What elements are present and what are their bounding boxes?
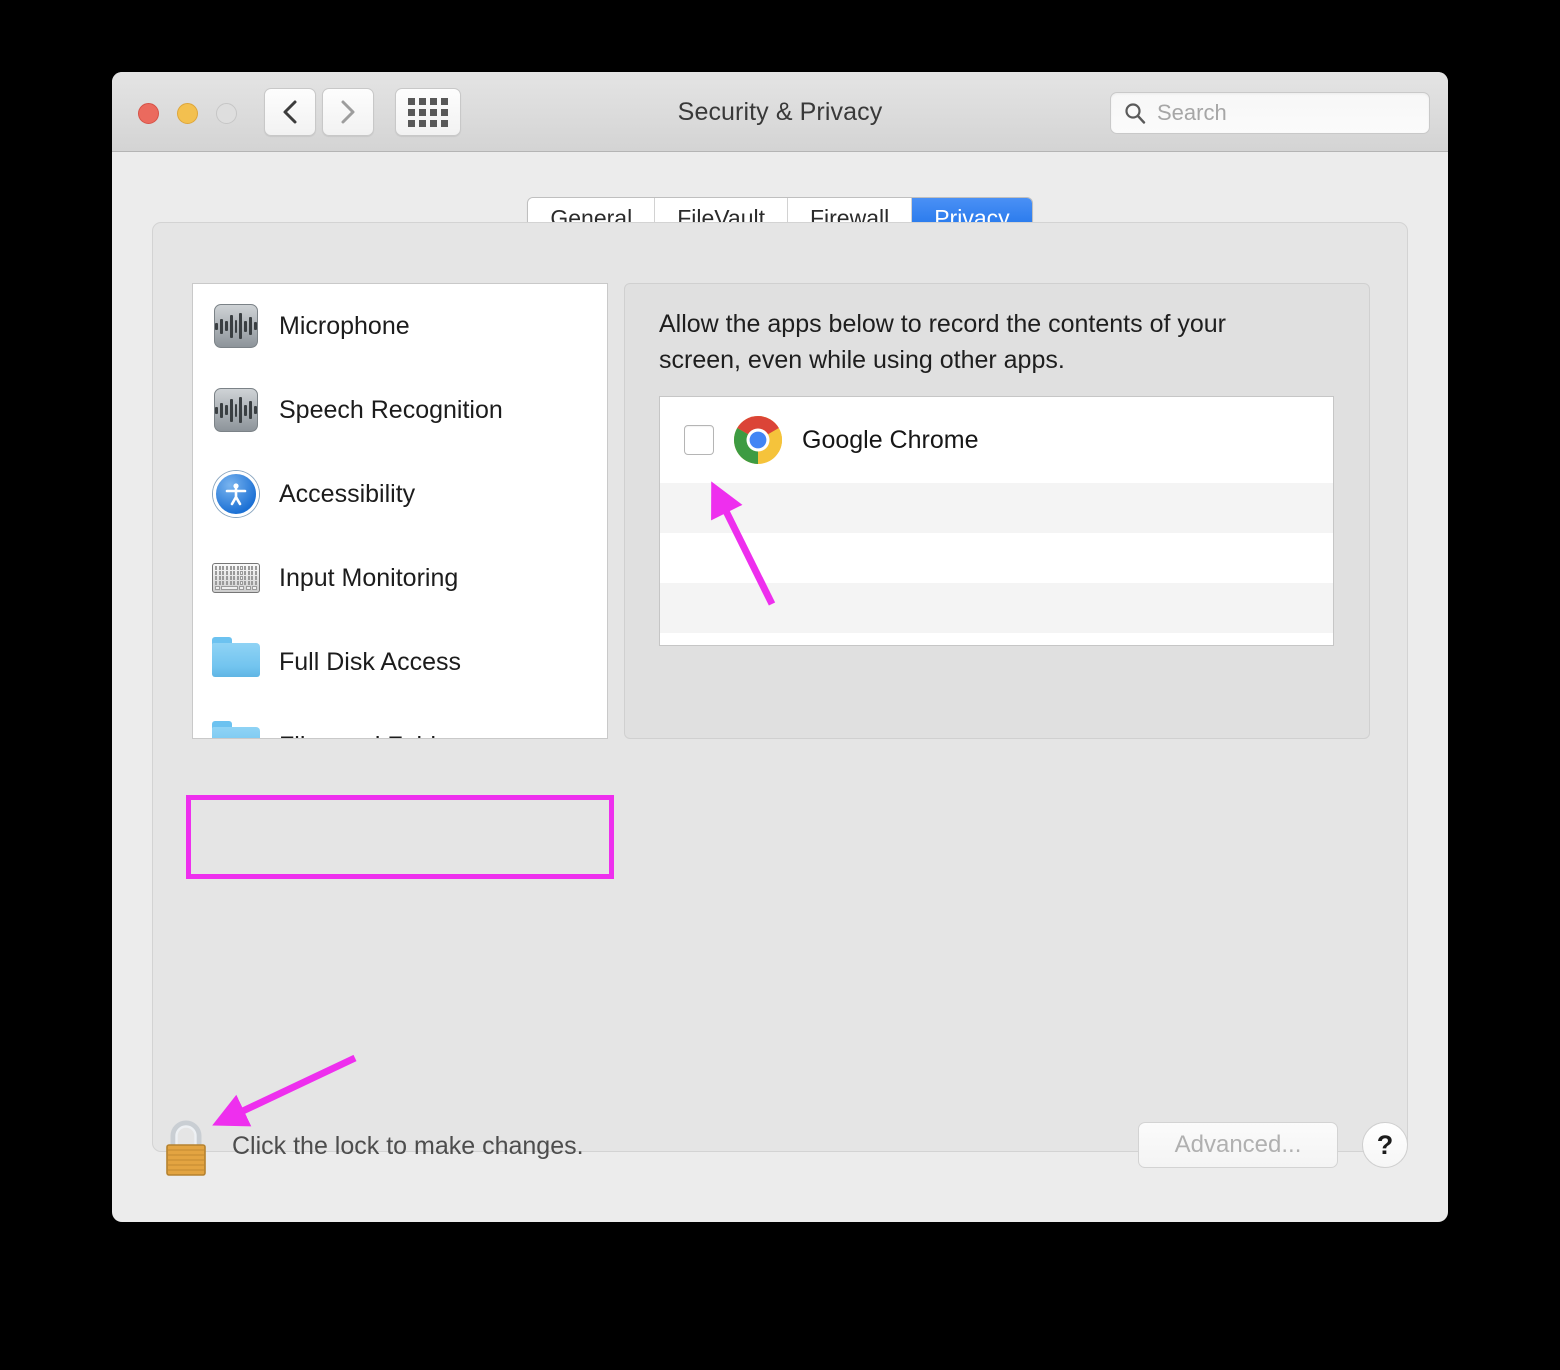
sidebar-item-full-disk-access[interactable]: Full Disk Access <box>193 620 607 704</box>
help-button[interactable]: ? <box>1362 1122 1408 1168</box>
sidebar-item-label: Full Disk Access <box>279 647 461 676</box>
sidebar-item-label: Accessibility <box>279 479 416 508</box>
sidebar-item-speech-recognition[interactable]: Speech Recognition <box>193 368 607 452</box>
folder-icon <box>211 721 261 738</box>
search-field[interactable]: Search <box>1110 92 1430 134</box>
table-row-empty <box>660 483 1333 533</box>
sidebar-item-label: Input Monitoring <box>279 563 459 592</box>
panel-description: Allow the apps below to record the conte… <box>659 310 1226 374</box>
window-footer: Click the lock to make changes. Advanced… <box>112 1074 1448 1222</box>
waveform-icon <box>211 301 261 351</box>
privacy-content-panel: Microphone Speech Recognition Accessibil… <box>152 222 1408 1152</box>
sidebar-item-label: Microphone <box>279 311 410 340</box>
sidebar-item-microphone[interactable]: Microphone <box>193 284 607 368</box>
search-placeholder: Search <box>1157 100 1227 125</box>
sidebar-item-label: Speech Recognition <box>279 395 503 424</box>
app-checkbox-google-chrome[interactable] <box>684 425 714 455</box>
table-row-empty <box>660 583 1333 633</box>
app-name: Google Chrome <box>802 425 979 454</box>
search-icon <box>1125 103 1146 124</box>
privacy-service-list[interactable]: Microphone Speech Recognition Accessibil… <box>192 283 608 739</box>
system-preferences-window: Security & Privacy Search General FileVa… <box>112 72 1448 1222</box>
screen-recording-panel: Allow the apps below to record the conte… <box>624 283 1370 739</box>
sidebar-item-files-and-folders[interactable]: Files and Folders <box>193 704 607 739</box>
table-row[interactable]: Google Chrome <box>660 397 1333 483</box>
lock-hint-text: Click the lock to make changes. <box>232 1132 584 1160</box>
table-row-empty <box>660 533 1333 583</box>
chrome-icon <box>732 414 784 466</box>
waveform-icon <box>211 385 261 435</box>
allowed-apps-list[interactable]: Google Chrome <box>659 396 1334 646</box>
advanced-button[interactable]: Advanced... <box>1138 1122 1338 1168</box>
sidebar-item-accessibility[interactable]: Accessibility <box>193 452 607 536</box>
accessibility-icon <box>211 469 261 519</box>
table-row-empty <box>660 633 1333 645</box>
folder-icon <box>211 637 261 687</box>
sidebar-item-input-monitoring[interactable]: Input Monitoring <box>193 536 607 620</box>
keyboard-icon <box>211 553 261 603</box>
window-titlebar: Security & Privacy Search <box>112 72 1448 152</box>
lock-closed-icon[interactable] <box>160 1116 212 1178</box>
sidebar-item-label: Files and Folders <box>279 732 471 739</box>
